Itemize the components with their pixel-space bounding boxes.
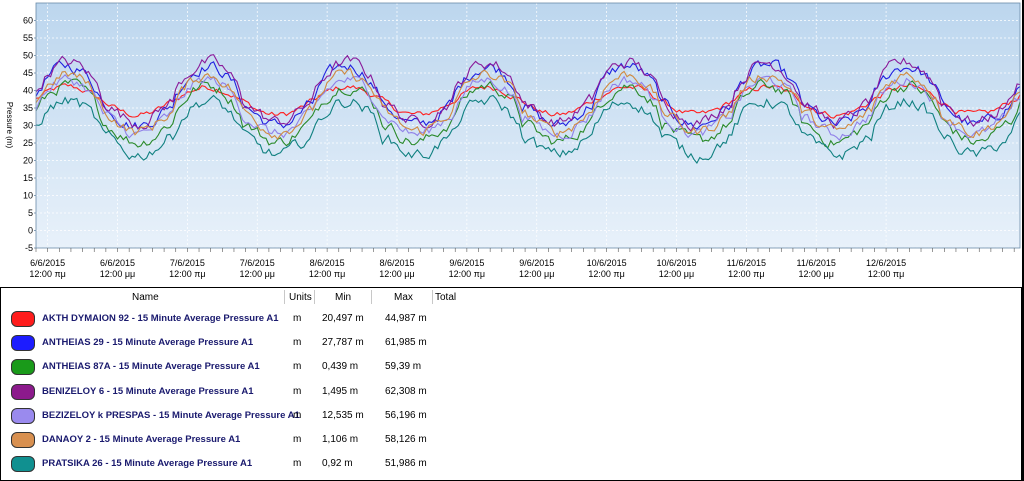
y-tick-label: 25: [23, 138, 33, 148]
header-name[interactable]: Name: [132, 292, 159, 303]
series-color-swatch: [11, 311, 35, 327]
window-frame: -5 0 5 10 15 20 25 30 35 40 45 50 55 60 6/6/2015 12:00…: [0, 0, 1024, 481]
x-tick-date: 10/6/2015: [656, 258, 696, 268]
y-tick-label: 5: [28, 208, 33, 218]
x-tick-date: 6/6/2015: [100, 258, 135, 268]
x-tick-time: 12:00 πμ: [169, 269, 205, 279]
series-name: ANTHEIAS 29 - 15 Minute Average Pressure…: [42, 337, 254, 348]
legend-row[interactable]: ANTHEIAS 87A - 15 Minute Average Pressur…: [1, 356, 1021, 380]
header-divider: [314, 290, 315, 304]
series-name: DANAOY 2 - 15 Minute Average Pressure A1: [42, 434, 241, 445]
series-color-swatch: [11, 432, 35, 448]
x-tick-time: 12:00 πμ: [868, 269, 904, 279]
y-tick-label: 35: [23, 103, 33, 113]
series-color-swatch: [11, 408, 35, 424]
series-min: 27,787 m: [322, 337, 364, 348]
y-tick-label: 60: [23, 16, 33, 26]
legend-row[interactable]: BENIZELOY 6 - 15 Minute Average Pressure…: [1, 381, 1021, 405]
y-tick-label: 55: [23, 33, 33, 43]
series-max: 44,987 m: [385, 313, 427, 324]
x-tick-time: 12:00 πμ: [728, 269, 764, 279]
x-tick-date: 8/6/2015: [379, 258, 414, 268]
x-tick-date: 7/6/2015: [240, 258, 275, 268]
x-tick-time: 12:00 μμ: [100, 269, 135, 279]
series-min: 0,92 m: [322, 458, 353, 469]
series-color-swatch: [11, 384, 35, 400]
x-tick-time: 12:00 μμ: [379, 269, 414, 279]
y-tick-label: 0: [28, 226, 33, 236]
legend-table: Name Units Min Max Total AKTH DYMAION 92…: [1, 288, 1021, 480]
series-max: 56,196 m: [385, 410, 427, 421]
series-max: 59,39 m: [385, 361, 422, 372]
x-tick-date: 8/6/2015: [310, 258, 345, 268]
x-tick-time: 12:00 μμ: [240, 269, 275, 279]
header-divider: [432, 290, 433, 304]
x-tick-time: 12:00 μμ: [519, 269, 554, 279]
y-tick-label: 50: [23, 51, 33, 61]
y-tick-label: 40: [23, 86, 33, 96]
series-color-swatch: [11, 359, 35, 375]
x-tick-time: 12:00 πμ: [309, 269, 345, 279]
x-tick-time: 12:00 πμ: [29, 269, 65, 279]
y-axis-label: Pressure (m): [5, 102, 14, 149]
header-min[interactable]: Min: [335, 292, 351, 303]
series-units: m: [293, 313, 302, 324]
x-tick-date: 9/6/2015: [519, 258, 554, 268]
series-name: BEZIZELOY k PRESPAS - 15 Minute Average …: [42, 410, 300, 421]
header-units[interactable]: Units: [289, 292, 312, 303]
y-axis: -5 0 5 10 15 20 25 30 35 40 45 50 55 60: [23, 16, 36, 253]
series-min: 12,535 m: [322, 410, 364, 421]
series-name: PRATSIKA 26 - 15 Minute Average Pressure…: [42, 458, 253, 469]
header-divider: [284, 290, 285, 304]
series-max: 61,985 m: [385, 337, 427, 348]
series-units: m: [293, 361, 302, 372]
series-units: m: [293, 458, 302, 469]
header-total[interactable]: Total: [435, 292, 456, 303]
series-max: 51,986 m: [385, 458, 427, 469]
y-tick-label: 20: [23, 156, 33, 166]
legend-row[interactable]: DANAOY 2 - 15 Minute Average Pressure A1…: [1, 429, 1021, 453]
header-divider: [371, 290, 372, 304]
x-tick-date: 6/6/2015: [30, 258, 65, 268]
legend-row[interactable]: AKTH DYMAION 92 - 15 Minute Average Pres…: [1, 308, 1021, 332]
x-tick-time: 12:00 μμ: [659, 269, 694, 279]
legend-row[interactable]: PRATSIKA 26 - 15 Minute Average Pressure…: [1, 453, 1021, 477]
legend-row[interactable]: ANTHEIAS 29 - 15 Minute Average Pressure…: [1, 332, 1021, 356]
series-units: m: [293, 434, 302, 445]
x-tick-date: 10/6/2015: [587, 258, 627, 268]
series-units: m: [293, 337, 302, 348]
x-tick-date: 11/6/2015: [727, 258, 766, 268]
x-tick-time: 12:00 πμ: [588, 269, 624, 279]
x-tick-date: 7/6/2015: [170, 258, 205, 268]
y-tick-label: 10: [23, 191, 33, 201]
series-min: 20,497 m: [322, 313, 364, 324]
series-color-swatch: [11, 335, 35, 351]
x-tick-date: 11/6/2015: [797, 258, 836, 268]
pressure-chart: -5051015202530354045505560 6/6/201512:00…: [5, 2, 1021, 279]
series-min: 0,439 m: [322, 361, 359, 372]
x-tick-time: 12:00 πμ: [449, 269, 485, 279]
series-name: AKTH DYMAION 92 - 15 Minute Average Pres…: [42, 313, 279, 324]
y-tick-label: 15: [23, 173, 33, 183]
series-max: 62,308 m: [385, 386, 427, 397]
series-min: 1,495 m: [322, 386, 359, 397]
header-max[interactable]: Max: [394, 292, 413, 303]
series-color-swatch: [11, 456, 35, 472]
series-max: 58,126 m: [385, 434, 427, 445]
chart-panel: -5 0 5 10 15 20 25 30 35 40 45 50 55 60 6/6/2015 12:00…: [0, 0, 1022, 287]
series-units: m: [293, 410, 302, 421]
x-tick-date: 9/6/2015: [449, 258, 484, 268]
x-axis: 6/6/201512:00 πμ6/6/201512:00 μμ7/6/2015…: [29, 248, 1015, 279]
y-tick-label: 30: [23, 121, 33, 131]
x-tick-date: 12/6/2015: [866, 258, 906, 268]
series-min: 1,106 m: [322, 434, 359, 445]
y-tick-label: 45: [23, 68, 33, 78]
y-tick-label: -5: [25, 243, 33, 253]
legend-row[interactable]: BEZIZELOY k PRESPAS - 15 Minute Average …: [1, 405, 1021, 429]
x-tick-time: 12:00 μμ: [799, 269, 834, 279]
series-name: BENIZELOY 6 - 15 Minute Average Pressure…: [42, 386, 254, 397]
series-units: m: [293, 386, 302, 397]
series-name: ANTHEIAS 87A - 15 Minute Average Pressur…: [42, 361, 260, 372]
